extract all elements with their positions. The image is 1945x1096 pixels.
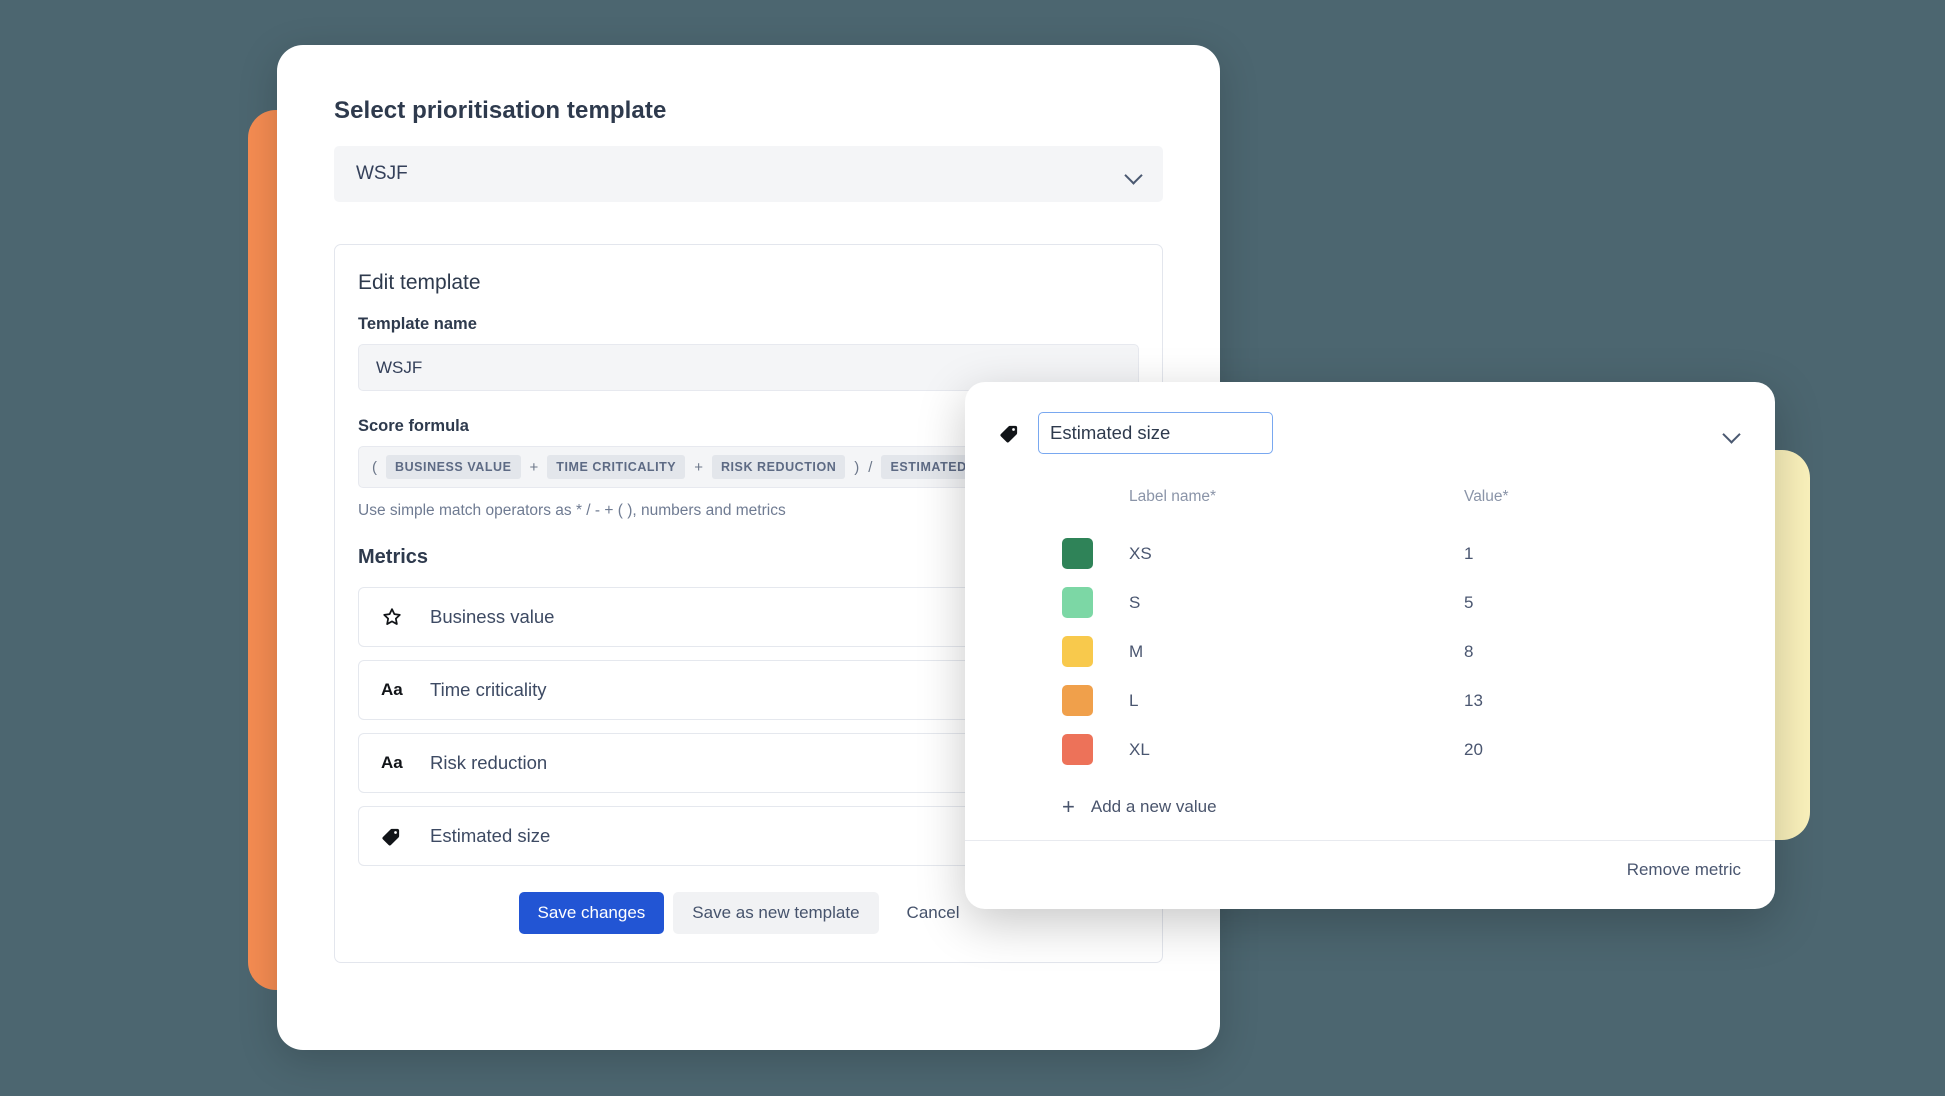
values-table: Label name* Value* XS 1 S 5 M 8 L 13 XL 20 + Add … <box>999 480 1741 834</box>
label-cell[interactable]: S <box>1129 593 1464 613</box>
star-icon <box>381 606 407 628</box>
metric-row-label: Time criticality <box>430 679 547 700</box>
formula-operator: + <box>694 458 703 476</box>
add-new-value-button[interactable]: + Add a new value <box>1062 780 1741 834</box>
color-swatch[interactable] <box>1062 685 1093 716</box>
swatch-cell[interactable] <box>1062 538 1129 569</box>
popover-header: Estimated size <box>999 412 1741 454</box>
metric-row-label: Risk reduction <box>430 752 548 773</box>
template-select-value: WSJF <box>356 163 408 184</box>
save-changes-button[interactable]: Save changes <box>518 892 665 934</box>
label-cell[interactable]: XS <box>1129 544 1464 564</box>
value-column-header: Value* <box>1464 487 1509 505</box>
metric-name-value: Estimated size <box>1050 422 1171 443</box>
label-column-header: Label name* <box>1129 487 1217 505</box>
label-cell[interactable]: XL <box>1129 740 1464 760</box>
text-aa-icon: Aa <box>381 753 403 772</box>
formula-operator: ( <box>372 458 377 476</box>
swatch-cell[interactable] <box>1062 587 1129 618</box>
template-name-label: Template name <box>358 315 477 333</box>
table-header-row: Label name* Value* <box>1062 480 1741 529</box>
template-name-value: WSJF <box>376 357 423 377</box>
chevron-down-icon <box>1124 165 1143 184</box>
label-cell[interactable]: M <box>1129 642 1464 662</box>
panel-title: Edit template <box>358 271 481 294</box>
formula-token[interactable]: BUSINESS VALUE <box>386 455 521 479</box>
formula-token[interactable]: TIME CRITICALITY <box>547 455 686 479</box>
table-row[interactable]: XS 1 <box>1062 529 1741 578</box>
color-swatch[interactable] <box>1062 538 1093 569</box>
value-cell[interactable]: 20 <box>1464 740 1664 760</box>
swatch-cell[interactable] <box>1062 685 1129 716</box>
table-row[interactable]: L 13 <box>1062 676 1741 725</box>
save-as-new-template-button[interactable]: Save as new template <box>673 892 879 934</box>
tag-icon <box>999 423 1020 444</box>
metric-row-label: Estimated size <box>430 825 551 846</box>
remove-metric-button[interactable]: Remove metric <box>1627 860 1741 880</box>
label-cell[interactable]: L <box>1129 691 1464 711</box>
value-cell[interactable]: 5 <box>1464 593 1664 613</box>
color-swatch[interactable] <box>1062 734 1093 765</box>
plus-icon: + <box>1062 794 1075 819</box>
metric-detail-popover: Estimated size Label name* Value* XS 1 S 5 M… <box>965 382 1775 909</box>
swatch-cell[interactable] <box>1062 636 1129 667</box>
formula-token[interactable]: RISK REDUCTION <box>711 455 846 479</box>
add-new-value-label: Add a new value <box>1090 797 1217 816</box>
metric-name-input[interactable]: Estimated size <box>1038 412 1273 454</box>
template-select[interactable]: WSJF <box>334 146 1163 202</box>
cancel-button[interactable]: Cancel <box>888 892 979 934</box>
chevron-down-icon[interactable] <box>1722 424 1741 443</box>
table-row[interactable]: XL 20 <box>1062 725 1741 774</box>
formula-operator: + <box>529 458 539 476</box>
metric-row-label: Business value <box>430 606 555 627</box>
tag-icon <box>381 826 407 847</box>
value-cell[interactable]: 8 <box>1464 642 1664 662</box>
value-cell[interactable]: 13 <box>1464 691 1664 711</box>
swatch-cell[interactable] <box>1062 734 1129 765</box>
color-swatch[interactable] <box>1062 587 1093 618</box>
formula-operator: / <box>868 458 873 476</box>
value-cell[interactable]: 1 <box>1464 544 1664 564</box>
text-aa-icon: Aa <box>381 680 403 699</box>
table-row[interactable]: M8 <box>1062 627 1741 676</box>
page-title: Select prioritisation template <box>334 97 667 124</box>
color-swatch[interactable] <box>1062 636 1093 667</box>
popover-footer: Remove metric <box>965 840 1775 880</box>
table-row[interactable]: S5 <box>1062 578 1741 627</box>
formula-operator: ) <box>854 458 860 476</box>
